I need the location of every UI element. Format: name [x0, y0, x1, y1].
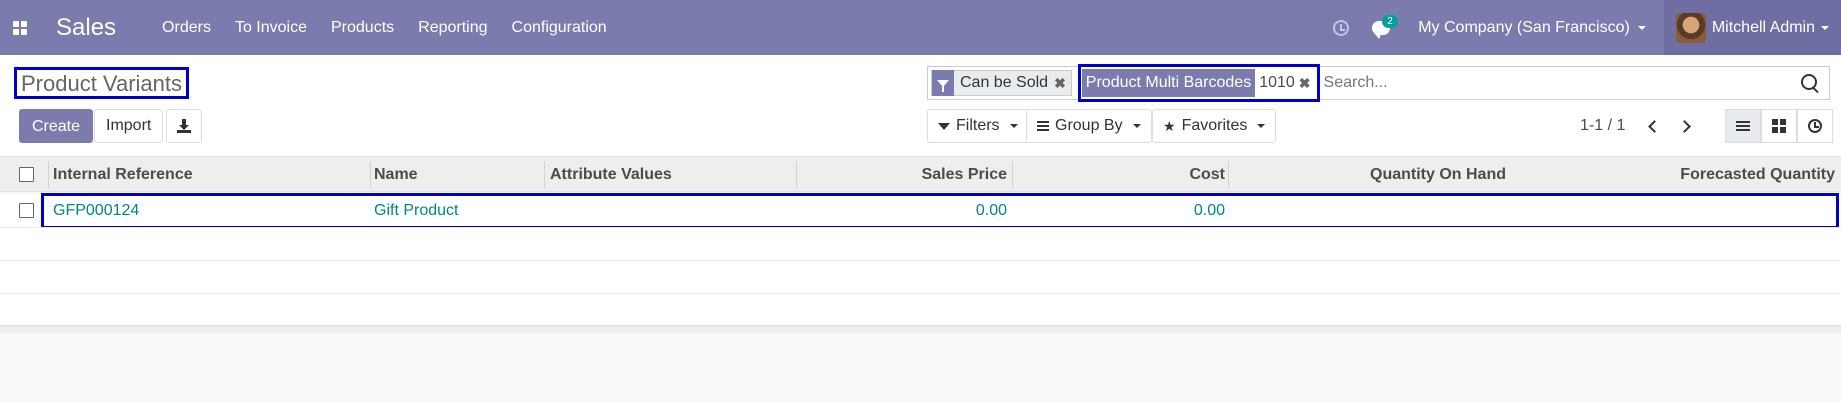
empty-row: [0, 293, 1841, 325]
search-icon[interactable]: [1797, 70, 1823, 96]
chevron-left-icon: [1647, 119, 1661, 133]
app-brand[interactable]: Sales: [56, 14, 116, 42]
avatar: [1675, 12, 1706, 43]
top-navbar: Sales Orders To Invoice Products Reporti…: [0, 0, 1841, 55]
list-table: Internal Reference Name Attribute Values…: [0, 157, 1841, 192]
search-facet-multi-barcodes: Product Multi Barcodes 1010 ✖: [1077, 64, 1320, 102]
facet-value: 1010: [1259, 74, 1295, 91]
import-button[interactable]: Import: [94, 109, 164, 143]
breadcrumb: Product Variants: [14, 67, 190, 99]
view-switcher: [1725, 109, 1833, 143]
create-button[interactable]: Create: [19, 109, 94, 143]
menu-orders[interactable]: Orders: [150, 0, 223, 55]
user-name: Mitchell Admin: [1711, 18, 1815, 36]
chevron-down-icon: [1821, 25, 1829, 30]
messages-count-badge: 2: [1382, 15, 1398, 28]
control-panel: Product Variants Create Import Can be So…: [0, 55, 1841, 157]
facet-label: Can be Sold: [960, 74, 1049, 91]
company-name: My Company (San Francisco): [1418, 18, 1630, 36]
list-icon: [1736, 121, 1750, 131]
messages-icon[interactable]: 2: [1364, 0, 1398, 55]
facet-label: Product Multi Barcodes: [1081, 69, 1256, 97]
chevron-down-icon: [1257, 124, 1266, 128]
menu-reporting[interactable]: Reporting: [406, 0, 499, 55]
star-icon: ★: [1163, 117, 1176, 134]
export-button[interactable]: [166, 109, 202, 143]
menu-products[interactable]: Products: [319, 0, 406, 55]
pager-next-button[interactable]: [1674, 115, 1694, 137]
group-by-label: Group By: [1055, 117, 1123, 134]
pager-previous-button[interactable]: [1644, 115, 1664, 137]
row-highlight-box: [41, 193, 1839, 229]
filter-icon: [938, 122, 950, 130]
empty-row: [0, 227, 1841, 260]
close-icon[interactable]: ✖: [1299, 75, 1316, 92]
table-footer: [0, 325, 1841, 333]
column-quantity-on-hand[interactable]: Quantity On Hand: [1370, 157, 1506, 192]
column-name[interactable]: Name: [374, 157, 418, 192]
empty-row: [0, 260, 1841, 293]
filters-label: Filters: [956, 117, 1000, 134]
column-forecasted-quantity[interactable]: Forecasted Quantity: [1680, 157, 1835, 192]
user-menu[interactable]: Mitchell Admin: [1663, 0, 1841, 55]
search-facet-can-be-sold: Can be Sold ✖: [931, 70, 1072, 96]
search-input[interactable]: [1321, 68, 1797, 98]
select-all-checkbox[interactable]: [19, 167, 34, 182]
bars-icon: [1037, 121, 1049, 131]
column-internal-reference[interactable]: Internal Reference: [53, 157, 193, 192]
column-cost[interactable]: Cost: [1189, 157, 1225, 192]
activity-clock-icon[interactable]: [1324, 0, 1358, 55]
menu-configuration[interactable]: Configuration: [500, 0, 619, 55]
close-icon[interactable]: ✖: [1054, 75, 1071, 92]
table-header: Internal Reference Name Attribute Values…: [0, 157, 1841, 192]
pager-value[interactable]: 1-1 / 1: [1580, 117, 1625, 135]
favorites-label: Favorites: [1181, 117, 1248, 134]
clock-icon: [1808, 119, 1822, 133]
chevron-down-icon: [1009, 124, 1018, 128]
menu-to-invoice[interactable]: To Invoice: [223, 0, 319, 55]
column-attribute-values[interactable]: Attribute Values: [550, 157, 672, 192]
list-view-button[interactable]: [1725, 109, 1761, 143]
search-bar: Can be Sold ✖ Product Multi Barcodes 101…: [927, 64, 1830, 102]
chevron-right-icon: [1677, 119, 1691, 133]
favorites-button[interactable]: ★ Favorites: [1152, 109, 1277, 143]
kanban-icon: [1772, 119, 1786, 133]
filters-button[interactable]: Filters: [927, 109, 1029, 143]
chevron-down-icon: [1132, 124, 1141, 128]
download-icon: [177, 119, 191, 133]
apps-menu-icon[interactable]: [0, 0, 40, 55]
company-switcher[interactable]: My Company (San Francisco): [1398, 19, 1664, 37]
column-sales-price[interactable]: Sales Price: [922, 157, 1007, 192]
group-by-button[interactable]: Group By: [1026, 109, 1152, 143]
row-select-checkbox[interactable]: [19, 203, 34, 218]
activity-view-button[interactable]: [1797, 109, 1833, 143]
kanban-view-button[interactable]: [1761, 109, 1797, 143]
chevron-down-icon: [1637, 25, 1646, 30]
filter-icon: [932, 70, 954, 96]
